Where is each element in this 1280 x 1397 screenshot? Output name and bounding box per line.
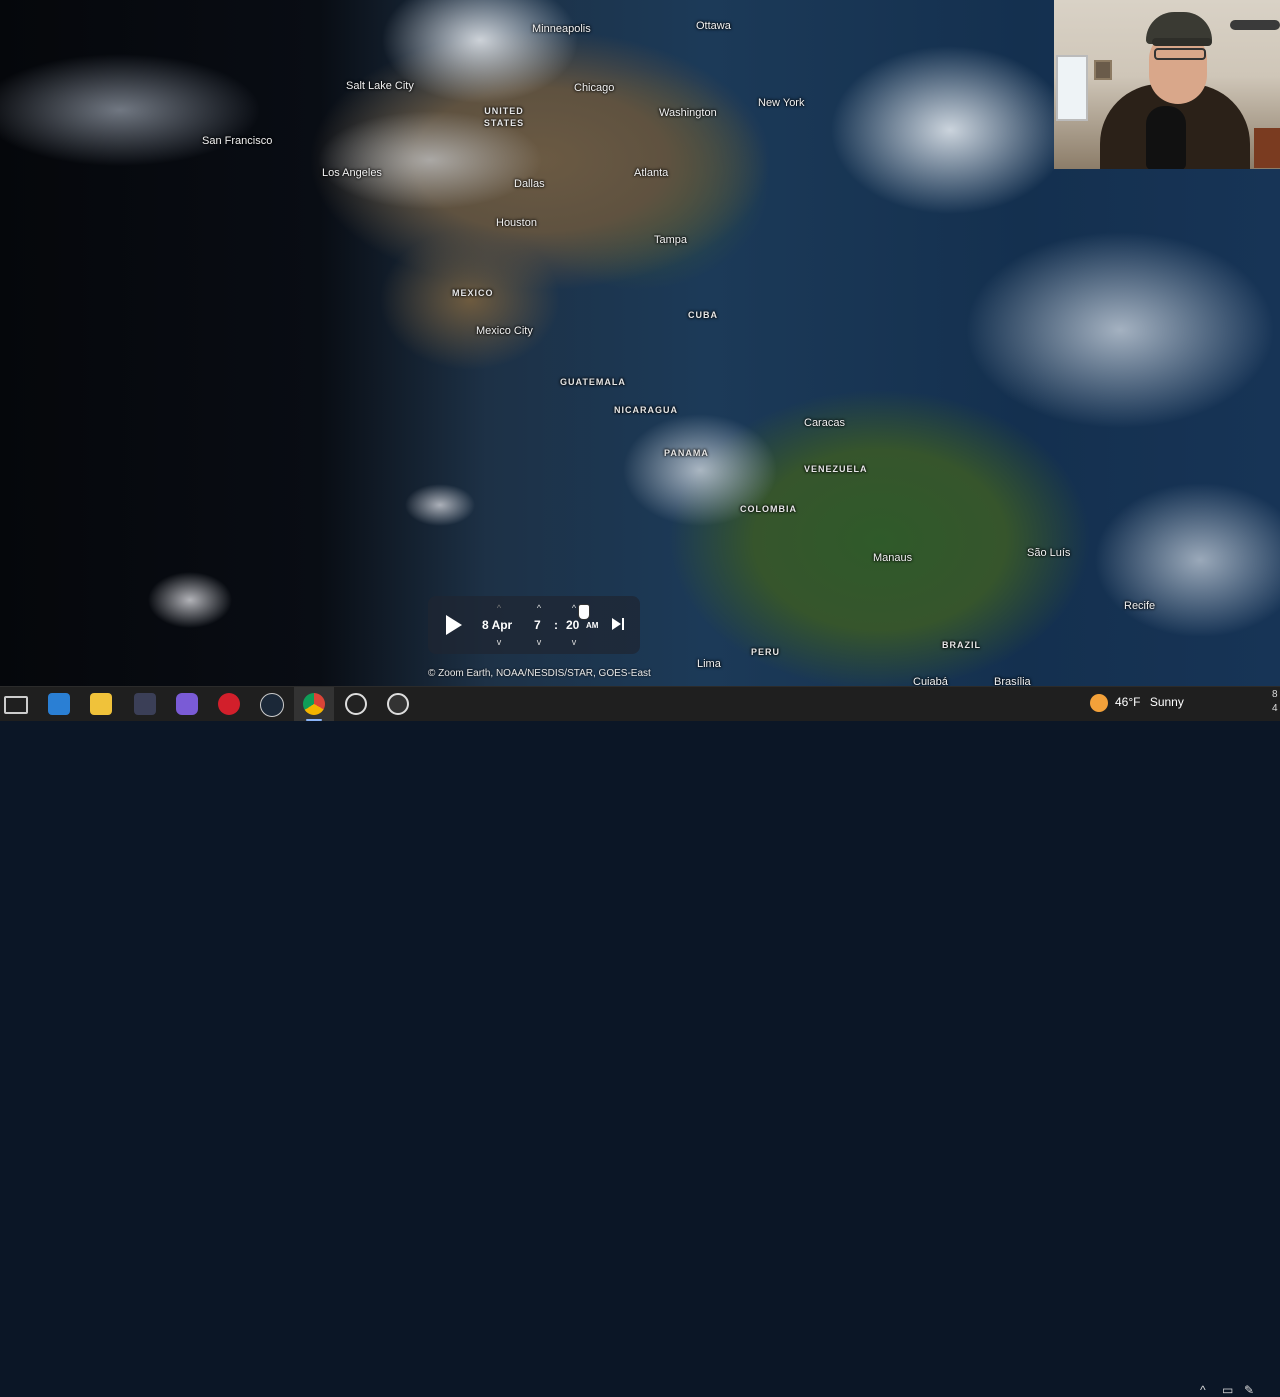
webcam-microphone	[1146, 106, 1186, 169]
opera-icon[interactable]	[218, 693, 240, 715]
time-separator: :	[554, 618, 558, 632]
hour-down-chevron-icon[interactable]: v	[534, 638, 544, 647]
webcam-window	[1056, 55, 1088, 121]
chevron-up-icon[interactable]: ^	[1200, 1383, 1206, 1397]
map-label-nicaragua: NICARAGUA	[614, 405, 678, 415]
map-label-brasilia: Brasília	[994, 676, 1031, 686]
map-label-mexico-city: Mexico City	[476, 325, 533, 337]
map-label-peru: PERU	[751, 647, 781, 657]
map-label-salt-lake-city: Salt Lake City	[346, 80, 414, 92]
mail-icon[interactable]	[48, 693, 70, 715]
timeline-hour[interactable]: 7	[534, 618, 541, 632]
affinity-icon[interactable]	[176, 693, 198, 715]
webcam-ceiling-fan	[1230, 20, 1280, 30]
clock-fragment-top: 8	[1272, 689, 1278, 700]
network-icon[interactable]: ▭	[1222, 1383, 1233, 1397]
recorder-icon[interactable]	[387, 693, 409, 715]
date-down-chevron-icon[interactable]: v	[494, 638, 504, 647]
timeline-date[interactable]: 8 Apr	[482, 618, 512, 632]
map-label-washington: Washington	[659, 107, 717, 119]
minute-down-chevron-icon[interactable]: v	[569, 638, 579, 647]
map-label-united-states: UNITED STATES	[483, 106, 525, 128]
map-label-panama: PANAMA	[664, 448, 709, 458]
webcam-wall-frame	[1094, 60, 1112, 80]
skip-bar	[622, 618, 624, 630]
map-label-sao-luis: São Luís	[1027, 547, 1071, 559]
mouse-cursor	[578, 604, 590, 620]
map-label-chicago: Chicago	[574, 82, 615, 94]
webcam-person-cap-bill	[1152, 38, 1212, 46]
davinci-resolve-icon[interactable]	[134, 693, 156, 715]
sun-icon[interactable]	[1090, 694, 1108, 712]
map-credit: © Zoom Earth, NOAA/NESDIS/STAR, GOES-Eas…	[428, 668, 651, 679]
file-explorer-icon[interactable]	[90, 693, 112, 715]
weather-widget[interactable]: 46°F Sunny	[1115, 695, 1184, 709]
timeline-player: 8 Apr ^ v ^ 7 v : ^ 20 v AM	[428, 596, 640, 654]
timeline-ampm: AM	[586, 621, 599, 630]
clock-fragment[interactable]: 8 4	[1272, 688, 1280, 716]
map-label-lima: Lima	[697, 658, 721, 670]
webcam-overlay	[1054, 0, 1280, 169]
map-label-minneapolis: Minneapolis	[532, 23, 591, 35]
obs-icon[interactable]	[345, 693, 367, 715]
date-up-chevron-icon[interactable]: ^	[494, 604, 504, 613]
map-label-new-york: New York	[758, 97, 805, 109]
hour-up-chevron-icon[interactable]: ^	[534, 604, 544, 613]
map-label-dallas: Dallas	[514, 178, 545, 190]
map-label-guatemala: GUATEMALA	[560, 377, 626, 387]
weather-condition: Sunny	[1149, 695, 1184, 709]
map-label-cuba: CUBA	[688, 310, 718, 320]
play-icon[interactable]	[446, 615, 462, 635]
map-label-san-francisco: San Francisco	[202, 135, 273, 147]
map-label-colombia: COLOMBIA	[740, 504, 797, 514]
map-label-venezuela: VENEZUELA	[804, 464, 868, 474]
webcam-shelf	[1254, 128, 1280, 168]
map-label-los-angeles: Los Angeles	[322, 167, 382, 179]
pen-icon[interactable]: ✎	[1244, 1383, 1254, 1397]
map-label-cuiaba: Cuiabá	[913, 676, 948, 686]
skip-to-end-icon[interactable]	[612, 617, 626, 631]
map-label-atlanta: Atlanta	[634, 167, 669, 179]
timeline-minute[interactable]: 20	[566, 618, 579, 632]
map-label-tampa: Tampa	[654, 234, 688, 246]
webcam-person-glasses	[1154, 48, 1206, 60]
map-label-brazil: BRAZIL	[942, 640, 981, 650]
map-label-ottawa: Ottawa	[696, 20, 731, 32]
task-view-icon[interactable]	[4, 696, 28, 714]
map-label-recife: Recife	[1124, 600, 1156, 612]
chrome-icon[interactable]	[303, 693, 325, 721]
map-label-caracas: Caracas	[804, 417, 845, 429]
skip-triangle	[612, 618, 621, 630]
map-label-manaus: Manaus	[873, 552, 913, 564]
weather-temp: 46°F	[1115, 695, 1141, 709]
map-label-houston: Houston	[496, 217, 537, 229]
steam-icon[interactable]	[260, 693, 284, 717]
map-label-mexico: MEXICO	[452, 288, 494, 298]
clock-fragment-bottom: 4	[1272, 703, 1278, 714]
taskbar: ^ ▭ ✎	[0, 686, 1280, 1397]
